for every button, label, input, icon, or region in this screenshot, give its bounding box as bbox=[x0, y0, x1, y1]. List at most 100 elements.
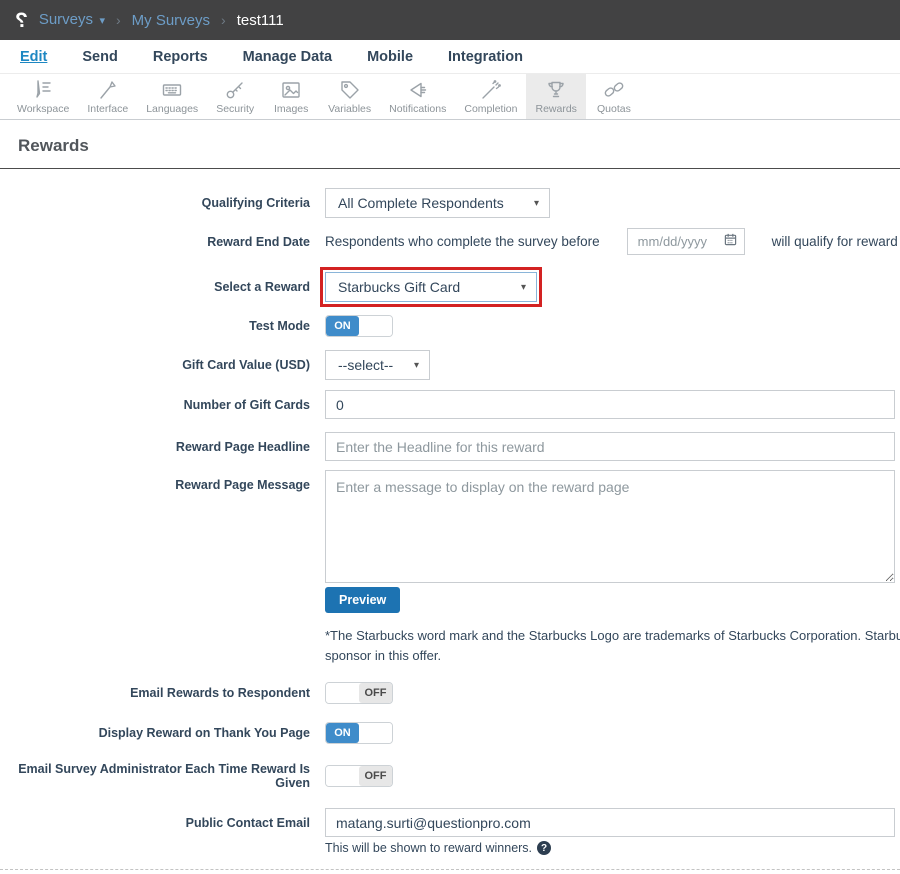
breadcrumb-current-survey: test111 bbox=[237, 12, 284, 29]
toolbar-item-notifications[interactable]: Notifications bbox=[380, 74, 455, 119]
completion-wand-icon bbox=[479, 78, 503, 102]
nav-tab-send[interactable]: Send bbox=[82, 49, 117, 65]
select-reward-value: Starbucks Gift Card bbox=[338, 279, 460, 295]
variables-tag-icon bbox=[338, 78, 362, 102]
email-rewards-toggle[interactable]: OFF bbox=[325, 682, 393, 704]
page-title: Rewards bbox=[18, 136, 882, 156]
rewards-trophy-icon bbox=[544, 78, 568, 102]
red-highlight-box: Starbucks Gift Card ▾ bbox=[320, 267, 542, 307]
toolbar-item-completion[interactable]: Completion bbox=[455, 74, 526, 119]
breadcrumb-separator-icon: › bbox=[221, 12, 226, 28]
email-admin-toggle[interactable]: OFF bbox=[325, 765, 393, 787]
display-reward-toggle[interactable]: ON bbox=[325, 722, 393, 744]
preview-row: Preview bbox=[0, 587, 900, 613]
reward-message-row: Reward Page Message bbox=[0, 470, 900, 583]
page-head: Rewards bbox=[0, 120, 900, 168]
email-rewards-label: Email Rewards to Respondent bbox=[0, 686, 310, 700]
toolbar-item-security[interactable]: Security bbox=[207, 74, 263, 119]
nav-tab-mobile[interactable]: Mobile bbox=[367, 49, 413, 65]
languages-keyboard-icon bbox=[160, 78, 184, 102]
toggle-off-label: OFF bbox=[359, 683, 392, 703]
test-mode-toggle[interactable]: ON bbox=[325, 315, 393, 337]
qualifying-criteria-row: Qualifying Criteria All Complete Respond… bbox=[0, 188, 900, 218]
nav-tab-reports[interactable]: Reports bbox=[153, 49, 208, 65]
reward-message-textarea[interactable] bbox=[325, 470, 895, 583]
reward-end-date-label: Reward End Date bbox=[0, 235, 310, 249]
gift-card-value-row: Gift Card Value (USD) --select-- ▾ bbox=[0, 350, 900, 380]
breadcrumb-my-surveys[interactable]: My Surveys bbox=[132, 12, 210, 29]
toolbar-item-languages[interactable]: Languages bbox=[137, 74, 207, 119]
reward-headline-row: Reward Page Headline bbox=[0, 432, 900, 461]
main-nav: Edit Send Reports Manage Data Mobile Int… bbox=[0, 40, 900, 74]
topbar: ? Surveys ▾ › My Surveys › test111 bbox=[0, 0, 900, 40]
questionpro-logo-icon[interactable]: ? bbox=[15, 10, 28, 31]
toolbar-item-label: Languages bbox=[146, 103, 198, 115]
workspace-pencil-list-icon bbox=[31, 78, 55, 102]
toolbar-item-label: Completion bbox=[464, 103, 517, 115]
end-date-suffix-text: will qualify for reward bbox=[772, 234, 898, 249]
chevron-down-icon: ▾ bbox=[99, 15, 105, 27]
chevron-down-icon: ▾ bbox=[521, 282, 526, 293]
toggle-knob bbox=[359, 316, 392, 336]
images-picture-icon bbox=[279, 78, 303, 102]
toolbar-item-label: Images bbox=[274, 103, 308, 115]
preview-button[interactable]: Preview bbox=[325, 587, 400, 613]
public-email-label: Public Contact Email bbox=[0, 816, 310, 830]
number-gift-cards-row: Number of Gift Cards bbox=[0, 390, 900, 419]
number-gift-cards-label: Number of Gift Cards bbox=[0, 398, 310, 412]
select-reward-select[interactable]: Starbucks Gift Card ▾ bbox=[325, 272, 537, 302]
bottom-dashed-divider bbox=[0, 869, 900, 870]
disclaimer-line1: *The Starbucks word mark and the Starbuc… bbox=[325, 626, 900, 646]
number-gift-cards-input[interactable] bbox=[325, 390, 895, 419]
edit-toolbar: Workspace Interface Languages Security bbox=[0, 74, 900, 120]
toolbar-item-label: Rewards bbox=[535, 103, 576, 115]
starbucks-disclaimer: *The Starbucks word mark and the Starbuc… bbox=[325, 626, 900, 666]
nav-tab-edit[interactable]: Edit bbox=[20, 49, 47, 65]
breadcrumb-separator-icon: › bbox=[116, 12, 121, 28]
calendar-icon[interactable] bbox=[724, 233, 737, 251]
reward-headline-label: Reward Page Headline bbox=[0, 440, 310, 454]
gift-card-value-value: --select-- bbox=[338, 357, 393, 373]
breadcrumb-surveys[interactable]: Surveys ▾ bbox=[39, 11, 105, 29]
nav-tab-manage-data[interactable]: Manage Data bbox=[243, 49, 332, 65]
toolbar-item-workspace[interactable]: Workspace bbox=[8, 74, 78, 119]
breadcrumb-surveys-label[interactable]: Surveys bbox=[39, 11, 93, 28]
interface-brush-icon bbox=[96, 78, 120, 102]
email-admin-label: Email Survey Administrator Each Time Rew… bbox=[0, 762, 310, 790]
nav-tab-integration[interactable]: Integration bbox=[448, 49, 523, 65]
toolbar-item-label: Interface bbox=[87, 103, 128, 115]
gift-card-value-select[interactable]: --select-- ▾ bbox=[325, 350, 430, 380]
toggle-knob bbox=[326, 683, 359, 703]
rewards-form: Qualifying Criteria All Complete Respond… bbox=[0, 169, 900, 874]
qualifying-criteria-select[interactable]: All Complete Respondents ▾ bbox=[325, 188, 550, 218]
test-mode-row: Test Mode ON bbox=[0, 315, 900, 337]
toolbar-item-variables[interactable]: Variables bbox=[319, 74, 380, 119]
toolbar-item-interface[interactable]: Interface bbox=[78, 74, 137, 119]
end-date-prefix-text: Respondents who complete the survey befo… bbox=[325, 234, 600, 249]
qualifying-criteria-value: All Complete Respondents bbox=[338, 195, 504, 211]
toolbar-item-label: Workspace bbox=[17, 103, 69, 115]
reward-headline-input[interactable] bbox=[325, 432, 895, 461]
toggle-on-label: ON bbox=[326, 316, 359, 336]
display-reward-label: Display Reward on Thank You Page bbox=[0, 726, 310, 740]
toolbar-item-quotas[interactable]: Quotas bbox=[586, 74, 642, 119]
help-question-icon[interactable]: ? bbox=[537, 841, 551, 855]
toggle-off-label: OFF bbox=[359, 766, 392, 786]
notifications-megaphone-icon bbox=[406, 78, 430, 102]
test-mode-label: Test Mode bbox=[0, 319, 310, 333]
email-admin-row: Email Survey Administrator Each Time Rew… bbox=[0, 762, 900, 790]
chevron-down-icon: ▾ bbox=[414, 360, 419, 371]
toolbar-item-rewards[interactable]: Rewards bbox=[526, 74, 585, 119]
select-reward-row: Select a Reward Starbucks Gift Card ▾ bbox=[0, 267, 900, 307]
public-email-help-text: This will be shown to reward winners. bbox=[325, 841, 532, 855]
select-reward-label: Select a Reward bbox=[0, 280, 310, 294]
toolbar-item-label: Variables bbox=[328, 103, 371, 115]
end-date-input[interactable] bbox=[638, 234, 724, 249]
toggle-knob bbox=[359, 723, 392, 743]
public-email-input[interactable] bbox=[325, 808, 895, 837]
toolbar-item-label: Quotas bbox=[597, 103, 631, 115]
toolbar-item-label: Notifications bbox=[389, 103, 446, 115]
toolbar-item-label: Security bbox=[216, 103, 254, 115]
toolbar-item-images[interactable]: Images bbox=[263, 74, 319, 119]
email-rewards-row: Email Rewards to Respondent OFF bbox=[0, 682, 900, 704]
